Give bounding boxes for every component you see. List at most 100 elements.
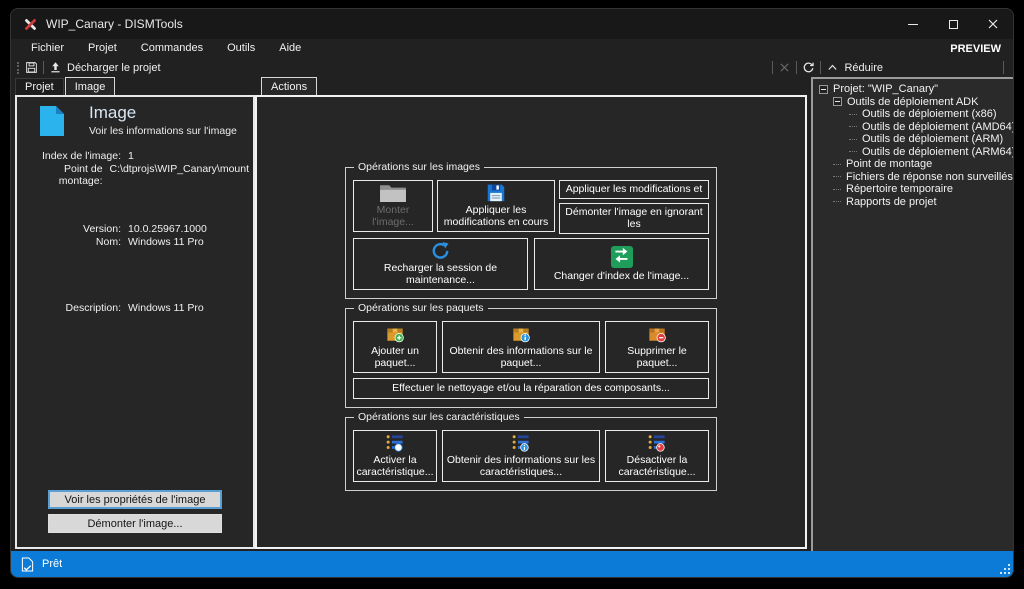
unmount-image-button[interactable]: Démonter l'image... <box>48 514 222 533</box>
close-icon <box>988 19 998 29</box>
panels-row: Image Voir les informations sur l'image … <box>11 95 811 551</box>
unmount-discard-button[interactable]: Démonter l'image en ignorant les <box>559 203 709 234</box>
toolbar-separator <box>43 61 44 74</box>
field-name: Nom: Windows 11 Pro <box>23 236 249 248</box>
tree-connector <box>849 139 857 140</box>
tree-item-adk-arm[interactable]: Outils de déploiement (ARM) <box>817 133 1011 146</box>
change-image-index-button[interactable]: Changer d'index de l'image... <box>534 238 709 290</box>
menu-fichier[interactable]: Fichier <box>19 39 76 58</box>
tree-item-adk-x86[interactable]: Outils de déploiement (x86) <box>817 108 1011 121</box>
menu-commandes[interactable]: Commandes <box>129 39 215 58</box>
get-package-info-button[interactable]: Obtenir des informations sur le paquet..… <box>442 321 600 373</box>
group-title: Opérations sur les paquets <box>354 302 488 314</box>
tab-projet[interactable]: Projet <box>15 78 64 95</box>
menu-projet[interactable]: Projet <box>76 39 129 58</box>
minimize-button[interactable] <box>893 9 933 39</box>
menu-outils[interactable]: Outils <box>215 39 267 58</box>
status-document-icon <box>21 557 34 572</box>
apply-changes-button[interactable]: Appliquer les modifications en cours <box>437 180 555 232</box>
close-button[interactable] <box>973 9 1013 39</box>
image-ops-row-2: Recharger la session de maintenance... <box>353 238 709 290</box>
field-value: Windows 11 Pro <box>128 236 249 248</box>
collapse-icon[interactable] <box>833 97 842 106</box>
tree-item-answer-files[interactable]: Fichiers de réponse non surveillés <box>817 171 1011 184</box>
tree-item-mount-point[interactable]: Point de montage <box>817 158 1011 171</box>
field-value: Windows 11 Pro <box>128 302 249 314</box>
add-package-button[interactable]: Ajouter un paquet... <box>353 321 437 373</box>
field-description: Description: Windows 11 Pro <box>23 302 249 314</box>
image-ops-row-1: Monter l'image... Appliquer les modifica… <box>353 180 709 232</box>
field-mount-point: Point de montage: C:\dtprojs\WIP_Canary\… <box>23 163 249 187</box>
project-tree: Projet: "WIP_Canary" Outils de déploieme… <box>811 77 1013 551</box>
field-label: Version: <box>23 223 121 235</box>
tree-connector <box>833 201 841 202</box>
enable-feature-button[interactable]: Activer la caractéristique... <box>353 430 437 482</box>
image-panel-subtitle: Voir les informations sur l'image <box>89 125 237 137</box>
group-package-operations: Opérations sur les paquets Ajoute <box>345 308 717 408</box>
unload-project-button[interactable]: Décharger le projet <box>67 62 161 74</box>
save-icon[interactable] <box>25 61 38 74</box>
remove-package-button[interactable]: Supprimer le paquet... <box>605 321 709 373</box>
group-feature-operations: Opérations sur les caractéristiques <box>345 417 717 491</box>
disable-feature-button[interactable]: Désactiver la caractéristique... <box>605 430 709 482</box>
tree-item-reports[interactable]: Rapports de projet <box>817 196 1011 209</box>
toolbar-separator <box>772 61 773 74</box>
component-cleanup-button[interactable]: Effectuer le nettoyage et/ou la réparati… <box>353 378 709 399</box>
tab-image[interactable]: Image <box>65 77 116 95</box>
tree-connector <box>833 176 841 177</box>
feature-enable-icon <box>382 433 408 453</box>
field-label: Description: <box>23 302 121 314</box>
group-image-operations: Opérations sur les images Monter l'image… <box>345 167 717 299</box>
refresh-icon[interactable] <box>802 61 815 74</box>
folder-icon <box>376 183 410 203</box>
unload-project-icon[interactable] <box>49 61 62 74</box>
minimize-icon <box>908 24 918 25</box>
status-text: Prêt <box>42 558 62 570</box>
resize-grip[interactable] <box>998 562 1010 574</box>
clear-icon[interactable] <box>778 61 791 74</box>
tree-connector <box>849 151 857 152</box>
tree-item-temp-dir[interactable]: Répertoire temporaire <box>817 183 1011 196</box>
group-title: Opérations sur les caractéristiques <box>354 411 524 423</box>
reduce-button[interactable]: Réduire <box>844 62 883 74</box>
tree-item-adk[interactable]: Outils de déploiement ADK <box>817 96 1011 109</box>
tree-item-adk-arm64[interactable]: Outils de déploiement (ARM64) <box>817 146 1011 159</box>
field-version: Version: 10.0.25967.1000 <box>23 223 249 235</box>
field-label: Point de montage: <box>23 163 103 187</box>
menu-aide[interactable]: Aide <box>267 39 313 58</box>
maximize-icon <box>949 20 958 29</box>
collapse-icon[interactable] <box>819 85 828 94</box>
statusbar: Prêt <box>11 551 1013 577</box>
image-panel-title: Image <box>89 103 136 123</box>
chevron-up-icon[interactable] <box>826 61 839 74</box>
field-index: Index de l'image: 1 <box>23 150 249 162</box>
toolbar-separator <box>1003 61 1004 74</box>
tab-actions[interactable]: Actions <box>261 77 317 95</box>
mount-image-button[interactable]: Monter l'image... <box>353 180 433 232</box>
maximize-button[interactable] <box>933 9 973 39</box>
toolbar-grip[interactable] <box>17 62 19 74</box>
package-ops-row: Ajouter un paquet... Obtenir de <box>353 321 709 373</box>
app-window: WIP_Canary - DISMTools Fichier Projet Co… <box>10 8 1014 578</box>
preview-badge: PREVIEW <box>950 43 1013 55</box>
action-groups: Opérations sur les images Monter l'image… <box>345 167 717 491</box>
image-panel: Image Voir les informations sur l'image … <box>15 95 255 549</box>
toolbar: Décharger le projet Réduire <box>11 58 1013 77</box>
package-add-icon <box>382 324 408 344</box>
view-image-properties-button[interactable]: Voir les propriétés de l'image <box>48 490 222 509</box>
apply-and-unmount-button[interactable]: Appliquer les modifications et <box>559 180 709 199</box>
toolbar-separator <box>820 61 821 74</box>
reload-servicing-session-button[interactable]: Recharger la session de maintenance... <box>353 238 528 290</box>
field-label: Nom: <box>23 236 121 248</box>
tree-item-project[interactable]: Projet: "WIP_Canary" <box>817 83 1011 96</box>
floppy-disk-icon <box>485 183 507 203</box>
screen: WIP_Canary - DISMTools Fichier Projet Co… <box>0 0 1024 589</box>
field-value: C:\dtprojs\WIP_Canary\mount <box>110 163 249 187</box>
feature-info-icon <box>508 433 534 453</box>
menubar: Fichier Projet Commandes Outils Aide PRE… <box>11 39 1013 58</box>
tree-item-adk-amd64[interactable]: Outils de déploiement (AMD64) <box>817 121 1011 134</box>
window-controls <box>893 9 1013 39</box>
tree-connector <box>833 164 841 165</box>
get-feature-info-button[interactable]: Obtenir des informations sur les caracté… <box>442 430 600 482</box>
app-logo-icon <box>23 17 38 32</box>
